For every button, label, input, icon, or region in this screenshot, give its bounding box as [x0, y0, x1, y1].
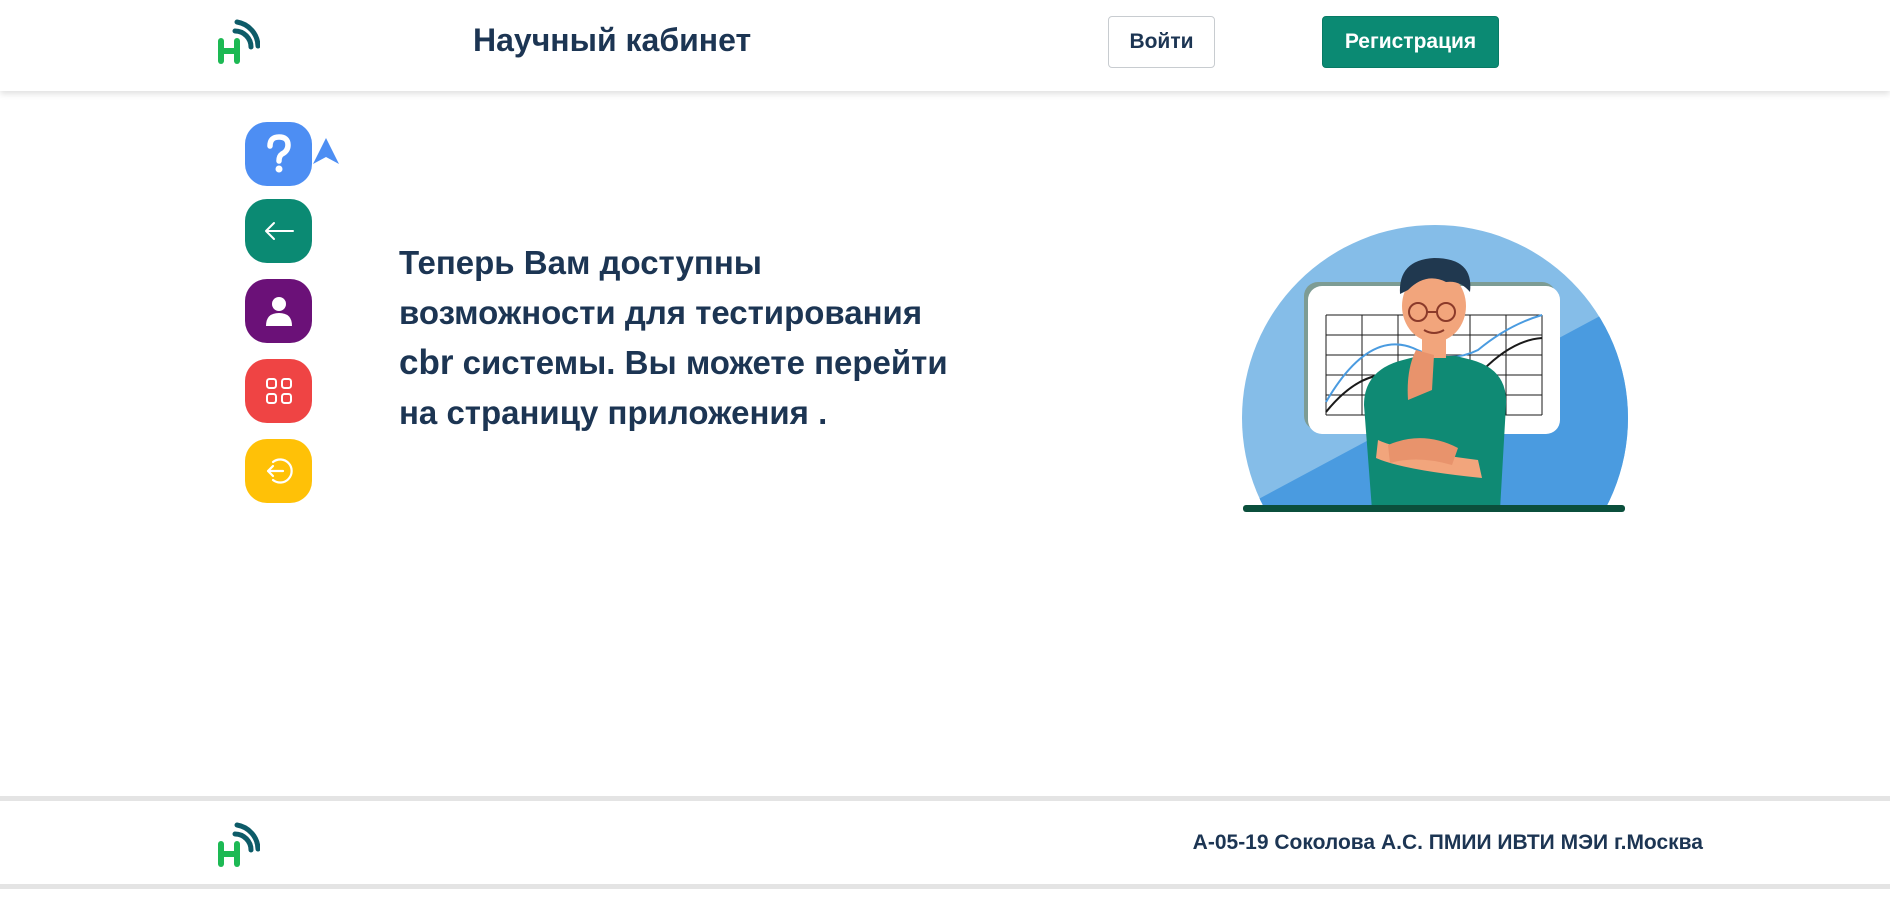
illustration-scientist — [1242, 225, 1628, 512]
site-title: Научный кабинет — [473, 22, 752, 58]
info-message: Теперь Вам доступны возможности для тест… — [399, 238, 959, 438]
logout-button[interactable] — [245, 439, 312, 503]
logout-icon — [266, 458, 293, 484]
footer-credits: А-05-19 Соколова А.С. ПМИИ ИВТИ МЭИ г.Мо… — [1192, 831, 1703, 854]
register-button[interactable]: Регистрация — [1322, 16, 1499, 68]
back-button[interactable] — [245, 199, 312, 263]
user-icon — [265, 297, 292, 326]
footer-divider — [0, 884, 1890, 889]
profile-button[interactable] — [245, 279, 312, 343]
login-button[interactable]: Войти — [1108, 16, 1215, 68]
grid-icon — [265, 378, 292, 404]
help-button[interactable] — [245, 122, 312, 186]
info-text-part: Теперь Вам доступны возможности для тест… — [399, 244, 923, 331]
question-icon — [266, 134, 291, 173]
logo-icon[interactable] — [216, 19, 260, 67]
arrow-left-icon — [264, 222, 294, 240]
footer-divider — [0, 796, 1890, 801]
footer-logo-icon[interactable] — [216, 822, 260, 870]
info-text-part: системы. Вы можете перейти на страницу п… — [399, 344, 948, 431]
apps-button[interactable] — [245, 359, 312, 423]
top-header: Научный кабинет Войти Регистрация — [0, 0, 1890, 91]
cbr-highlight: cbr — [399, 343, 454, 382]
cursor-pointer-icon — [313, 138, 339, 164]
